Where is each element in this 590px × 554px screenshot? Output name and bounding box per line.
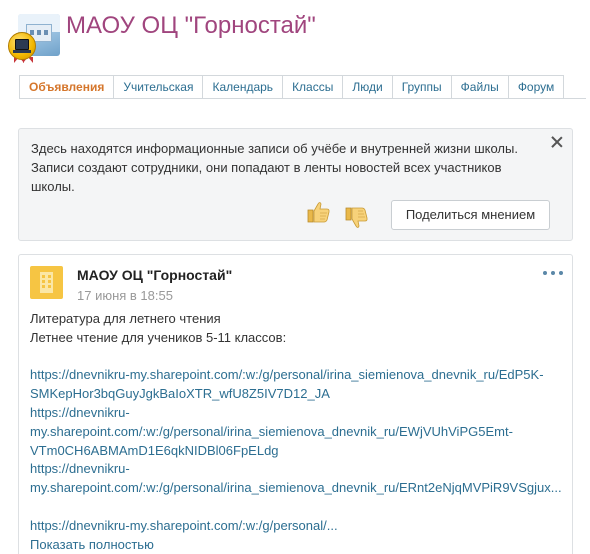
share-opinion-button[interactable]: Поделиться мнением (391, 200, 550, 230)
tab-people[interactable]: Люди (343, 75, 393, 99)
tab-forum[interactable]: Форум (508, 75, 565, 99)
post-link[interactable]: https://dnevnikru-my.sharepoint.com/:w:/… (30, 518, 338, 533)
info-text: Здесь находятся информационные записи об… (31, 141, 518, 194)
computer-badge-icon (8, 32, 36, 66)
page-title[interactable]: МАОУ ОЦ "Горностай" (66, 12, 316, 40)
post-link[interactable]: https://dnevnikru- (30, 405, 130, 420)
info-box: Здесь находятся информационные записи об… (18, 128, 573, 241)
thumbs-down-icon[interactable] (343, 205, 369, 231)
tabs-divider (19, 98, 586, 99)
tab-groups[interactable]: Группы (392, 75, 452, 99)
tab-announcements[interactable]: Объявления (19, 75, 115, 99)
close-icon[interactable] (550, 135, 564, 149)
post-link[interactable]: my.sharepoint.com/:w:/g/personal/irina_s… (30, 424, 513, 439)
post-link[interactable]: SMKepHor3bqGuyJgkBaIoXTR_wfU8Z5IV7D12_JA (30, 386, 330, 401)
tab-files[interactable]: Файлы (451, 75, 509, 99)
header: МАОУ ОЦ "Горностай" Объявления Учительск… (0, 0, 590, 110)
post-link[interactable]: VTm0CH6ABMAmD1E6qkNIDBl06FpELdg (30, 443, 279, 458)
tab-classes[interactable]: Классы (283, 75, 344, 99)
post-author[interactable]: МАОУ ОЦ "Горностай" (77, 267, 232, 283)
more-options-icon[interactable] (543, 271, 563, 277)
tab-teachers-room[interactable]: Учительская (114, 75, 204, 99)
tab-calendar[interactable]: Календарь (203, 75, 284, 99)
post-body: Литература для летнего чтения Летнее чте… (30, 310, 570, 554)
organization-avatar[interactable] (30, 266, 63, 299)
post-date[interactable]: 17 июня в 18:55 (77, 288, 173, 303)
post-link[interactable]: my.sharepoint.com/:w:/g/personal/irina_s… (30, 480, 562, 495)
thumbs-up-icon[interactable] (305, 199, 331, 225)
post-text-line: Литература для летнего чтения (30, 311, 221, 326)
post-card: МАОУ ОЦ "Горностай" 17 июня в 18:55 Лите… (18, 254, 573, 554)
tab-bar: Объявления Учительская Календарь Классы … (19, 75, 565, 99)
post-link[interactable]: https://dnevnikru-my.sharepoint.com/:w:/… (30, 367, 544, 382)
show-more-link[interactable]: Показать полностью (30, 537, 154, 552)
post-link[interactable]: https://dnevnikru- (30, 461, 130, 476)
post-text-line: Летнее чтение для учеников 5-11 классов: (30, 329, 287, 345)
